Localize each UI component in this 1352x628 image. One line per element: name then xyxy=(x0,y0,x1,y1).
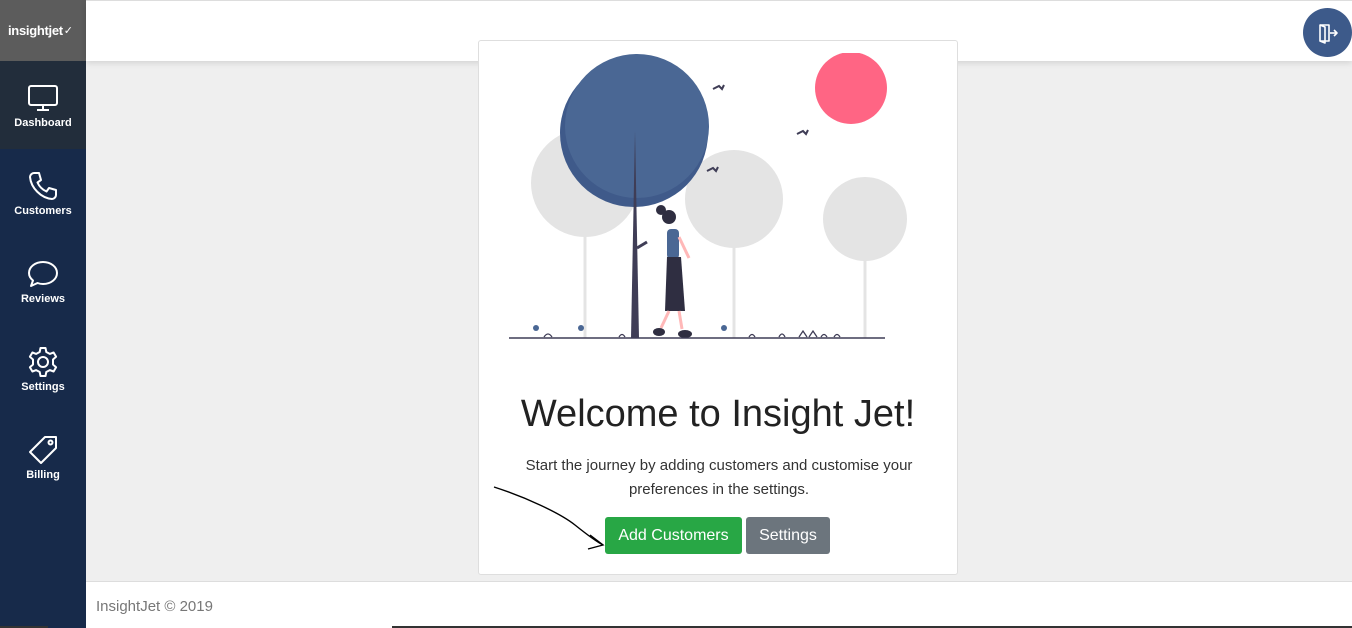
sidebar-item-billing[interactable]: Billing xyxy=(0,413,86,501)
sidebar-item-label: Customers xyxy=(14,205,72,217)
sidebar-item-label: Reviews xyxy=(20,293,66,305)
welcome-subtitle: Start the journey by adding customers an… xyxy=(525,457,913,498)
phone-icon xyxy=(29,172,57,200)
sidebar-item-customers[interactable]: Customers xyxy=(0,149,86,237)
sidebar-item-label: Dashboard xyxy=(14,117,72,129)
welcome-card: Welcome to Insight Jet! Start the journe… xyxy=(478,40,958,575)
welcome-illustration xyxy=(509,53,907,339)
logout-icon xyxy=(1318,23,1338,44)
tag-icon xyxy=(29,436,57,464)
settings-button[interactable]: Settings xyxy=(746,517,830,554)
sidebar-item-dashboard[interactable]: Dashboard xyxy=(0,61,86,149)
monitor-icon xyxy=(28,85,58,111)
sidebar-item-settings[interactable]: Settings xyxy=(0,325,86,413)
sidebar: insightjet ✓ Dashboard Customers Reviews … xyxy=(0,0,86,628)
welcome-heading: Welcome to Insight Jet! xyxy=(520,393,916,435)
app-logo[interactable]: insightjet ✓ xyxy=(0,0,86,61)
add-customers-button[interactable]: Add Customers xyxy=(605,517,742,554)
chat-bubble-icon xyxy=(28,261,58,287)
logo-text: insightjet xyxy=(8,23,63,38)
sidebar-item-label: Billing xyxy=(26,469,60,481)
logout-button[interactable] xyxy=(1303,8,1352,57)
sidebar-item-reviews[interactable]: Reviews xyxy=(0,237,86,325)
footer: InsightJet © 2019 xyxy=(86,581,1352,628)
logo-mark: ✓ xyxy=(63,25,73,37)
gear-icon xyxy=(28,347,58,377)
copyright-text: InsightJet © 2019 xyxy=(96,598,213,615)
sidebar-item-label: Settings xyxy=(21,381,65,393)
